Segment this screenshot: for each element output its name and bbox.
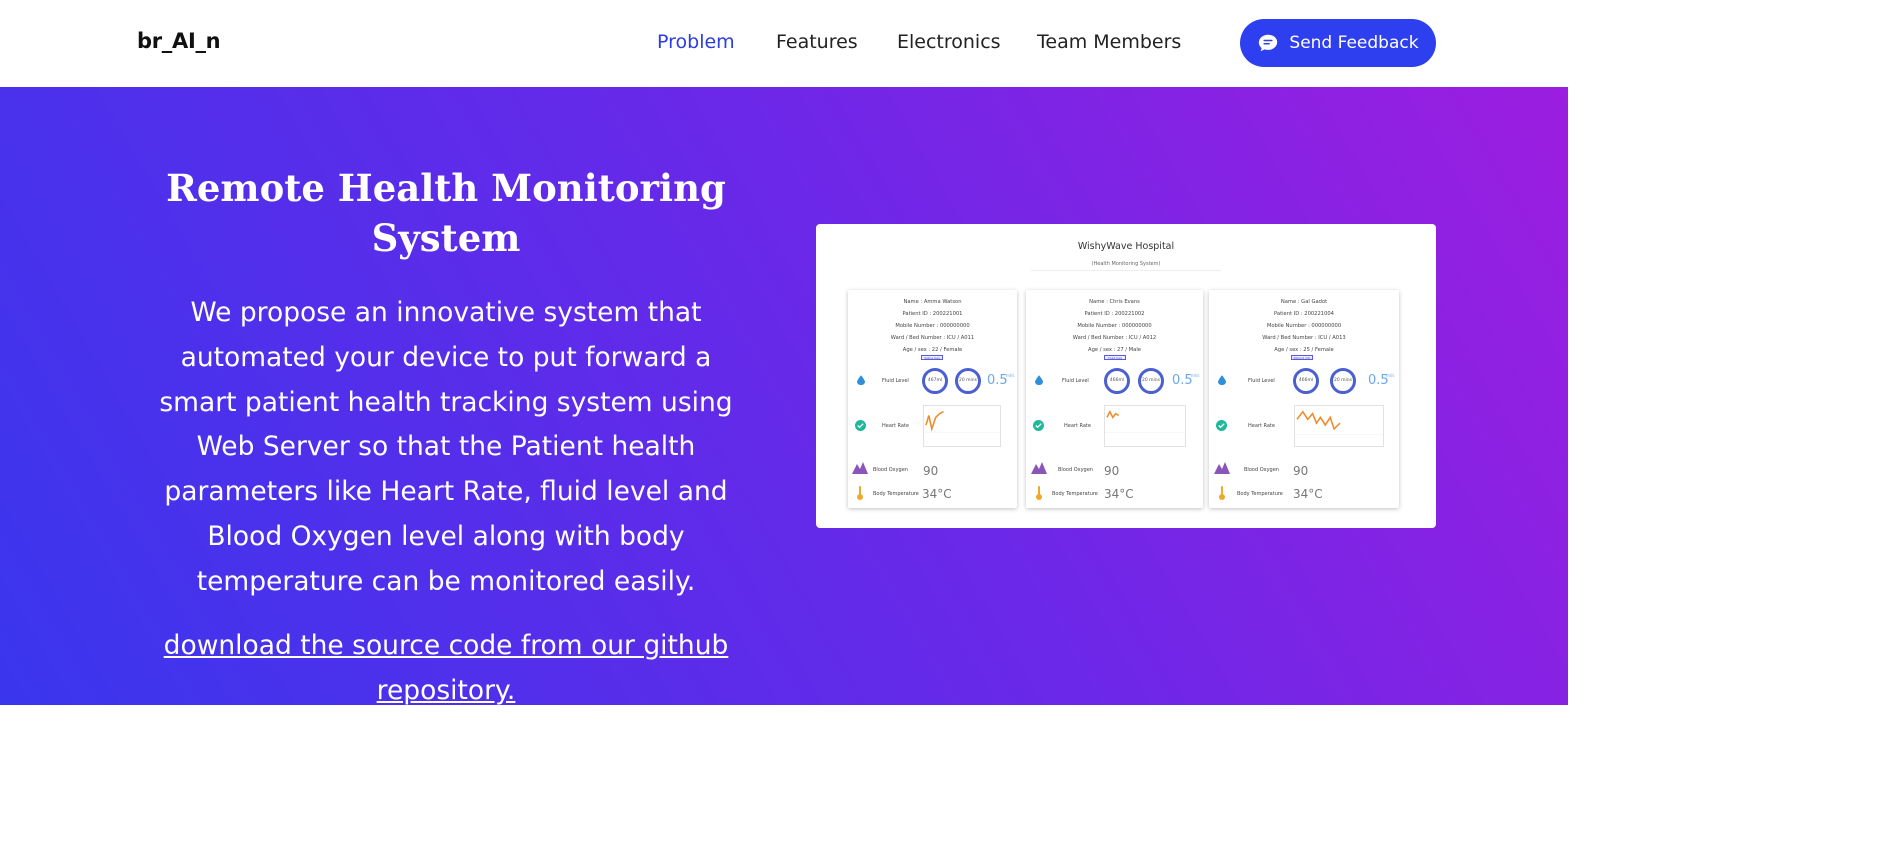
fluid-level-label: Fluid Level bbox=[1062, 378, 1089, 384]
patient-card: Name : Chris Evans Patient ID : 20022100… bbox=[1026, 290, 1203, 508]
patient-ward: Ward / Bed Number : ICU / A013 bbox=[1262, 335, 1346, 341]
send-feedback-button[interactable]: Send Feedback bbox=[1240, 19, 1436, 67]
body-temperature-value: 34°C bbox=[922, 487, 952, 501]
chat-bubble-icon bbox=[1259, 34, 1278, 52]
patient-tag: Fluid bag bbox=[1104, 355, 1126, 360]
brand-logo[interactable]: br_AI_n bbox=[137, 29, 221, 53]
patient-name: Name : Chris Evans bbox=[1089, 299, 1140, 305]
body-temperature-label: Body Temperature bbox=[873, 491, 919, 497]
flow-rate: 0.5 bbox=[987, 373, 1008, 388]
patient-card: Name : Amma Watson Patient ID : 20022100… bbox=[848, 290, 1017, 508]
fluid-volume-ring: 466ml bbox=[1293, 368, 1319, 394]
mountain-icon bbox=[1031, 462, 1047, 474]
heart-check-icon bbox=[1033, 420, 1044, 431]
blood-oxygen-value: 90 bbox=[1104, 464, 1120, 478]
water-drop-icon bbox=[1035, 375, 1043, 385]
hero-section: Remote Health Monitoring System We propo… bbox=[0, 87, 1568, 706]
heart-rate-label: Heart Rate bbox=[1248, 423, 1275, 429]
thermometer-icon bbox=[857, 486, 863, 500]
nav-link-features[interactable]: Features bbox=[776, 31, 858, 53]
hero-description: We propose an innovative system that aut… bbox=[159, 297, 733, 597]
mountain-icon bbox=[1214, 462, 1230, 474]
fluid-volume-ring: 466ml bbox=[1104, 368, 1130, 394]
fluid-time-ring: 20 mins bbox=[1330, 368, 1356, 394]
patient-id: Patient ID : 200221004 bbox=[1274, 311, 1334, 317]
mountain-icon bbox=[852, 462, 868, 474]
blood-oxygen-label: Blood Oxygen bbox=[873, 467, 908, 473]
hero-title: Remote Health Monitoring System bbox=[166, 166, 726, 260]
patient-mobile: Mobile Number : 000000000 bbox=[1077, 323, 1152, 329]
nav-link-problem[interactable]: Problem bbox=[657, 31, 735, 53]
patient-id: Patient ID : 200221002 bbox=[1084, 311, 1145, 317]
body-temperature-value: 34°C bbox=[1104, 487, 1134, 501]
patient-name: Name : Amma Watson bbox=[903, 299, 962, 305]
heart-rate-label: Heart Rate bbox=[882, 423, 909, 429]
patient-info: Name : Chris Evans Patient ID : 20022100… bbox=[1026, 296, 1203, 356]
dashboard-title: WishyWave Hospital bbox=[1077, 241, 1175, 252]
patient-mobile: Mobile Number : 000000000 bbox=[895, 323, 970, 329]
fluid-time-ring: 20 mins bbox=[1138, 368, 1164, 394]
nav-link-electronics[interactable]: Electronics bbox=[897, 31, 1001, 53]
fluid-time-ring: 20 mins bbox=[955, 368, 981, 394]
patient-card: Name : Gal Gadot Patient ID : 200221004 … bbox=[1209, 290, 1399, 508]
patient-mobile: Mobile Number : 000000000 bbox=[1266, 323, 1342, 329]
flow-unit: ml/s bbox=[1191, 373, 1200, 378]
patient-id: Patient ID : 200221001 bbox=[902, 311, 963, 317]
nav-link-team-members[interactable]: Team Members bbox=[1037, 31, 1181, 53]
heart-check-icon bbox=[1216, 420, 1227, 431]
heart-rate-chart bbox=[1294, 405, 1384, 447]
patient-ward: Ward / Bed Number : ICU / A012 bbox=[1072, 335, 1157, 341]
patient-name: Name : Gal Gadot bbox=[1280, 299, 1328, 305]
heart-check-icon bbox=[855, 420, 866, 431]
heart-rate-label: Heart Rate bbox=[1064, 423, 1091, 429]
blood-oxygen-label: Blood Oxygen bbox=[1244, 467, 1279, 473]
dashboard-divider bbox=[1031, 270, 1221, 271]
heart-rate-chart bbox=[1104, 405, 1186, 447]
blood-oxygen-label: Blood Oxygen bbox=[1058, 467, 1093, 473]
fluid-level-label: Fluid Level bbox=[1248, 378, 1275, 384]
navbar: br_AI_n Problem Features Electronics Tea… bbox=[0, 0, 1568, 87]
fluid-level-label: Fluid Level bbox=[882, 378, 909, 384]
patient-tag: Patient info bbox=[1291, 355, 1313, 360]
water-drop-icon bbox=[857, 375, 865, 385]
send-feedback-label: Send Feedback bbox=[1289, 33, 1419, 53]
flow-rate: 0.5 bbox=[1172, 373, 1193, 388]
thermometer-icon bbox=[1219, 486, 1225, 500]
patient-tag: Saline bag bbox=[921, 355, 943, 360]
patient-info: Name : Gal Gadot Patient ID : 200221004 … bbox=[1209, 296, 1399, 356]
patient-ward: Ward / Bed Number : ICU / A011 bbox=[890, 335, 975, 341]
thermometer-icon bbox=[1036, 486, 1042, 500]
github-repository-link[interactable]: download the source code from our github… bbox=[140, 624, 752, 714]
flow-unit: ml/s bbox=[1006, 373, 1015, 378]
patient-info: Name : Amma Watson Patient ID : 20022100… bbox=[848, 296, 1017, 356]
body-temperature-label: Body Temperature bbox=[1052, 491, 1098, 497]
blood-oxygen-value: 90 bbox=[1293, 464, 1309, 478]
fluid-volume-ring: 467ml bbox=[922, 368, 948, 394]
water-drop-icon bbox=[1218, 375, 1226, 385]
flow-unit: ml/s bbox=[1386, 373, 1395, 378]
body-temperature-value: 34°C bbox=[1293, 487, 1323, 501]
blood-oxygen-value: 90 bbox=[923, 464, 939, 478]
body-temperature-label: Body Temperature bbox=[1237, 491, 1283, 497]
dashboard-screenshot: WishyWave Hospital (Health Monitoring Sy… bbox=[816, 224, 1436, 528]
dashboard-subtitle: (Health Monitoring System) bbox=[1091, 261, 1161, 267]
heart-rate-chart bbox=[923, 405, 1001, 447]
